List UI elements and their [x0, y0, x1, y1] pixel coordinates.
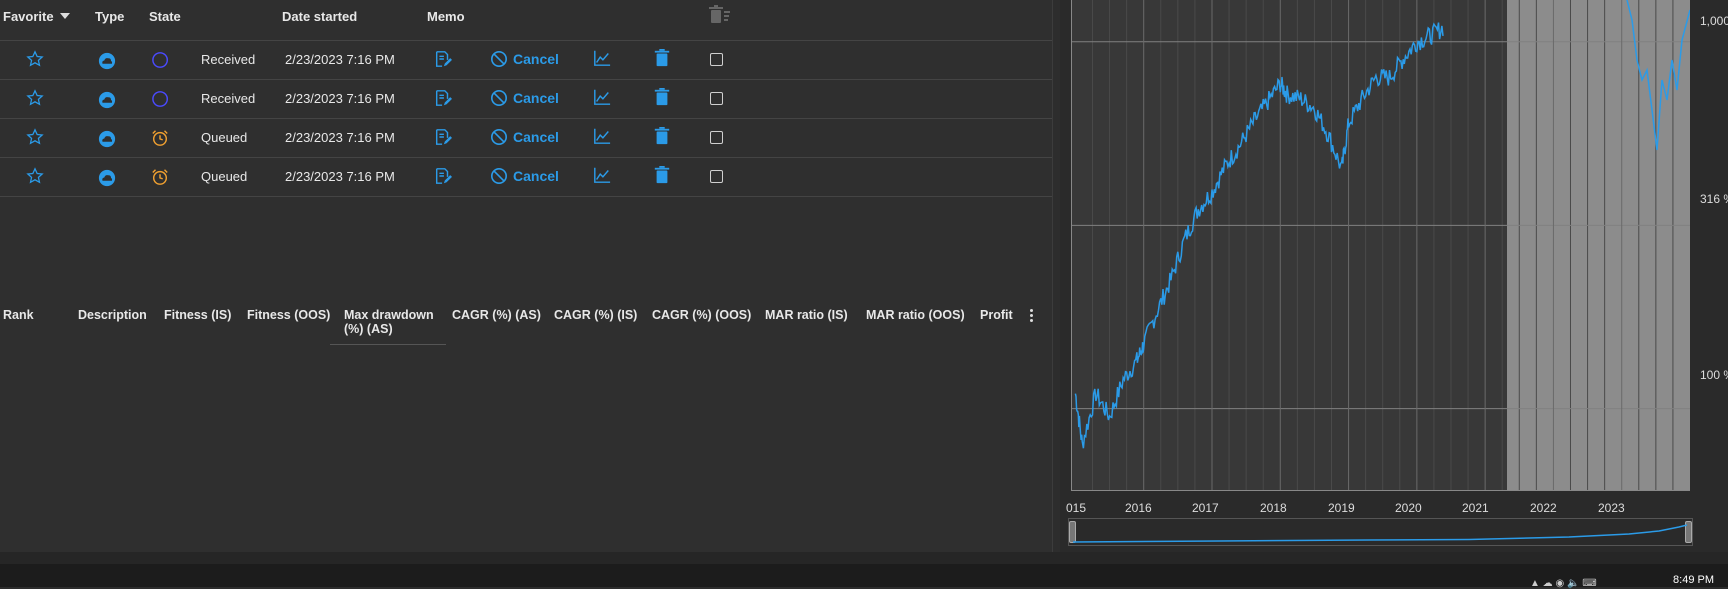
table-row[interactable]: Queued 2/23/2023 7:16 PM Cancel — [0, 119, 1052, 158]
date-started-text: 2/23/2023 7:16 PM — [285, 91, 395, 106]
date-started-text: 2/23/2023 7:16 PM — [285, 130, 395, 145]
header-cagr-is[interactable]: CAGR (%) (IS) — [554, 308, 637, 322]
taskbar — [0, 564, 1728, 587]
date-started-text: 2/23/2023 7:16 PM — [285, 52, 395, 67]
cloud-icon — [98, 130, 116, 148]
table-row[interactable]: Received 2/23/2023 7:16 PM Cancel — [0, 80, 1052, 119]
clear-all-trash-icon[interactable] — [708, 5, 732, 25]
cloud-icon — [98, 52, 116, 70]
cancel-button[interactable]: Cancel — [513, 129, 559, 145]
cancel-button[interactable]: Cancel — [513, 168, 559, 184]
equity-series-line — [1074, 22, 1444, 449]
header-profit-factor[interactable]: Profit f — [980, 308, 1016, 322]
trash-icon[interactable] — [653, 166, 671, 184]
header-type[interactable]: Type — [95, 9, 124, 24]
header-fitness-oos[interactable]: Fitness (OOS) — [247, 308, 330, 322]
row-checkbox[interactable] — [710, 92, 723, 105]
header-mar-oos[interactable]: MAR ratio (OOS) — [866, 308, 965, 322]
y-label-316: 316 % — [1700, 192, 1728, 206]
chart-line-icon[interactable] — [593, 166, 611, 184]
state-text: Queued — [201, 169, 248, 184]
header-date-started[interactable]: Date started — [282, 9, 357, 24]
star-icon[interactable] — [26, 89, 44, 107]
header-description[interactable]: Description — [78, 308, 147, 322]
y-label-1000: 1,000 — [1700, 14, 1728, 28]
cancel-icon[interactable] — [490, 128, 508, 146]
alarm-clock-icon — [152, 169, 168, 185]
x-label-2023: 2023 — [1598, 501, 1625, 515]
equity-chart[interactable] — [1071, 0, 1690, 491]
edit-memo-icon[interactable] — [434, 128, 452, 146]
x-label-015: 015 — [1066, 501, 1087, 515]
chart-line-icon[interactable] — [593, 49, 611, 67]
edit-memo-icon[interactable] — [434, 89, 452, 107]
state-text: Received — [201, 91, 256, 106]
header-max-drawdown[interactable]: Max drawdown (%) (AS) — [330, 308, 446, 345]
horizontal-scrollbar[interactable] — [0, 552, 1728, 564]
received-circle-icon — [152, 91, 169, 107]
x-label-2018: 2018 — [1260, 501, 1287, 515]
header-fitness-is[interactable]: Fitness (IS) — [164, 308, 231, 322]
star-icon[interactable] — [26, 50, 44, 68]
column-menu-icon[interactable] — [1030, 307, 1033, 324]
header-state[interactable]: State — [149, 9, 181, 24]
trash-icon[interactable] — [653, 88, 671, 106]
alarm-clock-icon — [152, 130, 168, 146]
star-icon[interactable] — [26, 167, 44, 185]
navigator-preview — [1072, 524, 1688, 543]
header-cagr-oos[interactable]: CAGR (%) (OOS) — [652, 308, 751, 322]
header-memo[interactable]: Memo — [427, 9, 465, 24]
cloud-icon — [98, 169, 116, 187]
x-label-2016: 2016 — [1125, 501, 1152, 515]
taskbar-clock: 8:49 PM — [1673, 574, 1714, 586]
sort-down-icon — [59, 13, 70, 19]
runs-panel: Favorite Type State Date started Memo Re… — [0, 0, 1053, 552]
table-row[interactable]: Received 2/23/2023 7:16 PM Cancel — [0, 41, 1052, 80]
runs-table-header: Favorite Type State Date started Memo — [0, 0, 1052, 41]
header-cagr-as[interactable]: CAGR (%) (AS) — [452, 308, 541, 322]
cancel-button[interactable]: Cancel — [513, 90, 559, 106]
cloud-icon — [98, 91, 116, 109]
equity-chart-svg — [1072, 0, 1690, 490]
cancel-icon[interactable] — [490, 50, 508, 68]
header-mar-is[interactable]: MAR ratio (IS) — [765, 308, 848, 322]
range-navigator[interactable] — [1068, 518, 1693, 546]
cancel-button[interactable]: Cancel — [513, 51, 559, 67]
results-table-header: Rank Description Fitness (IS) Fitness (O… — [0, 300, 1052, 345]
chart-line-icon[interactable] — [593, 88, 611, 106]
chart-line-icon[interactable] — [593, 127, 611, 145]
cancel-icon[interactable] — [490, 167, 508, 185]
received-circle-icon — [152, 52, 169, 68]
edit-memo-icon[interactable] — [434, 50, 452, 68]
table-row[interactable]: Queued 2/23/2023 7:16 PM Cancel — [0, 158, 1052, 197]
row-checkbox[interactable] — [710, 131, 723, 144]
row-checkbox[interactable] — [710, 170, 723, 183]
x-label-2017: 2017 — [1192, 501, 1219, 515]
x-label-2020: 2020 — [1395, 501, 1422, 515]
header-rank[interactable]: Rank — [3, 308, 34, 322]
state-text: Queued — [201, 130, 248, 145]
state-text: Received — [201, 52, 256, 67]
cancel-icon[interactable] — [490, 89, 508, 107]
equity-series-oos-line — [1626, 0, 1690, 151]
x-label-2019: 2019 — [1328, 501, 1355, 515]
tray-icons[interactable]: ▲ ☁ ◉ 🔈 ⌨ — [1530, 578, 1597, 589]
y-label-100: 100 % — [1700, 368, 1728, 382]
edit-memo-icon[interactable] — [434, 167, 452, 185]
header-favorite[interactable]: Favorite — [3, 9, 70, 24]
row-checkbox[interactable] — [710, 53, 723, 66]
trash-icon[interactable] — [653, 49, 671, 67]
trash-icon[interactable] — [653, 127, 671, 145]
x-label-2022: 2022 — [1530, 501, 1557, 515]
star-icon[interactable] — [26, 128, 44, 146]
x-label-2021: 2021 — [1462, 501, 1489, 515]
date-started-text: 2/23/2023 7:16 PM — [285, 169, 395, 184]
